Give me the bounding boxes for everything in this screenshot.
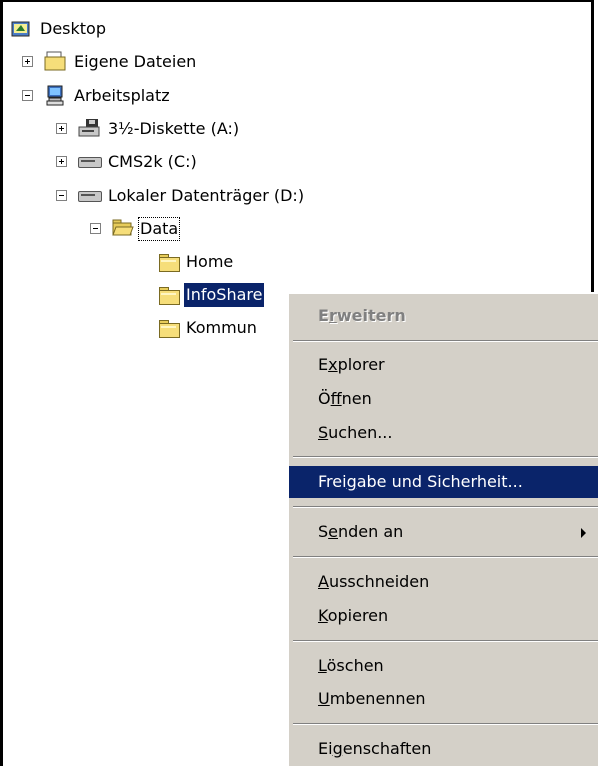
tree-label: Arbeitsplatz — [74, 86, 170, 105]
menu-separator — [293, 340, 598, 342]
collapse-icon[interactable] — [56, 190, 67, 201]
tree-label: CMS2k (C:) — [108, 152, 197, 171]
tree-label: Lokaler Datenträger (D:) — [108, 186, 305, 205]
expand-icon[interactable] — [56, 156, 67, 167]
menu-item-umbenennen[interactable]: Umbenennen — [289, 683, 598, 715]
tree-label: 3½-Diskette (A:) — [108, 119, 240, 138]
menu-item-suchen[interactable]: Suchen... — [289, 417, 598, 449]
menu-item-erweitern[interactable]: Erweitern — [289, 300, 598, 332]
menu-separator — [293, 640, 598, 642]
expand-icon[interactable] — [22, 56, 33, 67]
menu-item-explorer[interactable]: Explorer — [289, 349, 598, 381]
tree-label: InfoShare — [184, 283, 265, 307]
folder-icon — [158, 254, 180, 272]
menu-separator — [293, 506, 598, 508]
collapse-icon[interactable] — [90, 223, 101, 234]
open-folder-icon — [112, 218, 134, 238]
submenu-arrow-icon — [581, 528, 586, 538]
menu-item-oeffnen[interactable]: Öffnen — [289, 383, 598, 415]
floppy-drive-icon — [78, 118, 100, 138]
menu-item-eigenschaften[interactable]: Eigenschaften — [289, 733, 598, 765]
menu-item-senden-an[interactable]: Senden an — [289, 516, 598, 548]
menu-separator — [293, 456, 598, 458]
menu-item-freigabe-und-sicherheit[interactable]: Freigabe und Sicherheit... — [289, 466, 598, 498]
menu-separator — [293, 556, 598, 558]
desktop-icon — [10, 19, 32, 39]
tree-label: Desktop — [40, 19, 106, 38]
menu-separator — [293, 723, 598, 725]
computer-icon — [44, 85, 66, 106]
menu-item-ausschneiden[interactable]: Ausschneiden — [289, 566, 598, 598]
hard-drive-icon — [78, 185, 102, 205]
tree-label: Home — [186, 252, 234, 271]
tree-label: Eigene Dateien — [74, 52, 197, 71]
hard-drive-icon — [78, 151, 102, 171]
menu-item-kopieren[interactable]: Kopieren — [289, 600, 598, 632]
folder-icon — [158, 287, 180, 305]
context-menu: Erweitern Explorer Öffnen Suchen... Frei… — [287, 292, 598, 766]
folder-icon — [158, 320, 180, 338]
collapse-icon[interactable] — [22, 90, 33, 101]
menu-item-loeschen[interactable]: Löschen — [289, 650, 598, 682]
tree-label: Kommun — [186, 318, 257, 337]
tree-label: Data — [138, 217, 181, 241]
expand-icon[interactable] — [56, 123, 67, 134]
documents-folder-icon — [44, 51, 66, 71]
